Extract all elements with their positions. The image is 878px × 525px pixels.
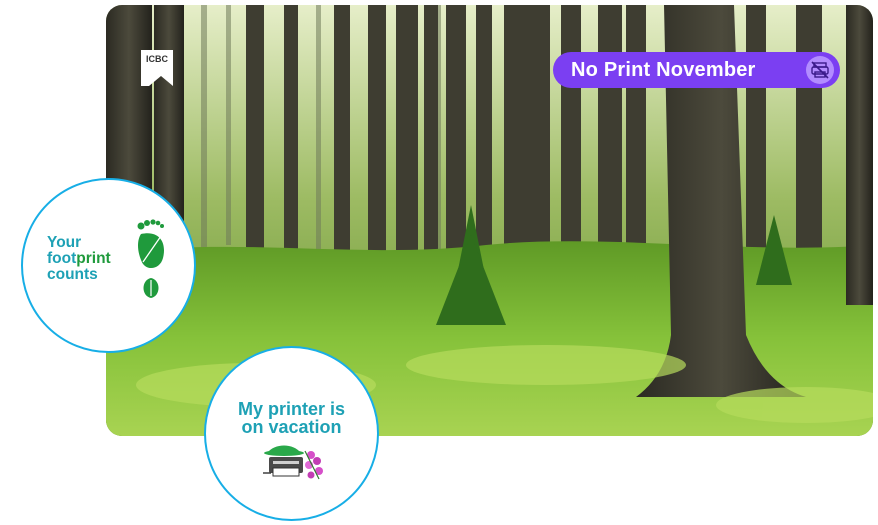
footprint-line-2: footprint xyxy=(47,251,127,267)
footprint-line-3: counts xyxy=(47,266,98,283)
no-printer-icon xyxy=(806,56,834,84)
footprint-line-2a: foot xyxy=(47,250,77,267)
vacation-line-1: My printer is xyxy=(237,399,346,419)
footprint-leaf-icon xyxy=(133,218,169,304)
footprint-line-2b: print xyxy=(76,250,111,267)
footprint-line-1: Your xyxy=(47,234,82,251)
badge-label: No Print November xyxy=(571,58,756,81)
vacation-text: My printer is on vacation xyxy=(206,400,377,436)
footprint-counts-circle: Your footprint counts xyxy=(21,178,196,353)
vacation-line-2: on vacation xyxy=(241,417,342,437)
svg-text:ICBC: ICBC xyxy=(146,54,168,64)
printer-vacation-icon xyxy=(261,441,331,487)
printer-vacation-circle: My printer is on vacation xyxy=(204,346,379,521)
icbc-logo: ICBC xyxy=(139,48,175,88)
no-print-november-badge: No Print November xyxy=(553,52,840,88)
footprint-text: Your footprint counts xyxy=(47,235,127,283)
